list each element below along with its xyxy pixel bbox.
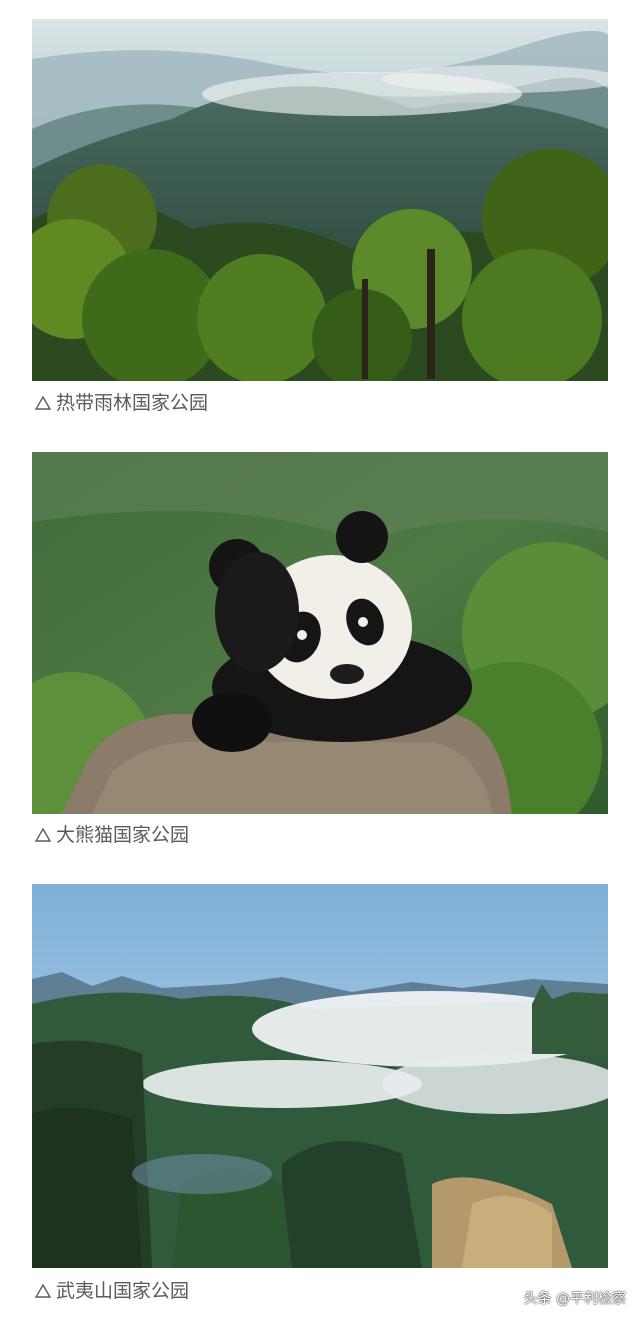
rainforest-caption: 热带雨林国家公园 [34,388,208,418]
triangle-icon [34,1283,52,1299]
panda-image [32,452,608,814]
rainforest-photo [32,19,608,381]
wuyi-caption-text: 武夷山国家公园 [56,1280,190,1302]
wuyi-caption: 武夷山国家公园 [34,1276,189,1306]
rainforest-caption-text: 热带雨林国家公园 [56,392,209,414]
triangle-icon [34,395,52,411]
rainforest-image [32,19,608,381]
panda-photo [32,452,608,814]
wuyi-photo [32,884,608,1268]
panda-caption-text: 大熊猫国家公园 [56,824,190,846]
wuyi-image [32,884,608,1268]
triangle-icon [34,827,52,843]
watermark: 头条 @平利检察 [523,1291,626,1307]
panda-caption: 大熊猫国家公园 [34,820,189,850]
